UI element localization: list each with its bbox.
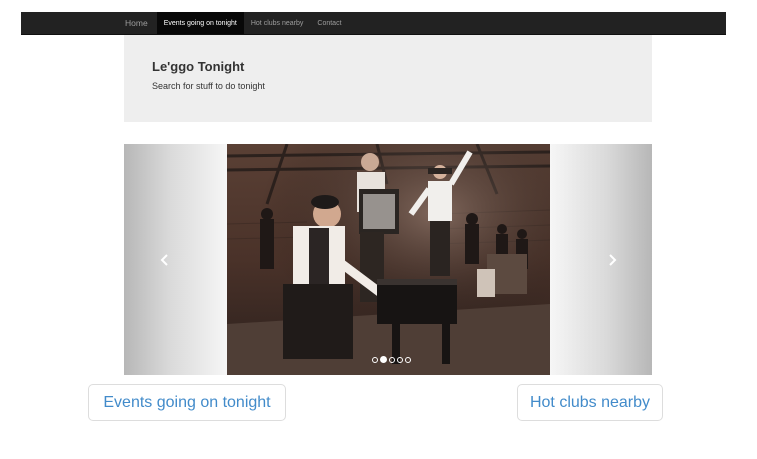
nav-home-link[interactable]: Home xyxy=(118,12,157,34)
site-tagline: Search for stuff to do tonight xyxy=(152,81,265,91)
image-carousel xyxy=(124,144,652,375)
nav-item-contact[interactable]: Contact xyxy=(310,12,348,34)
nav-item-events[interactable]: Events going on tonight xyxy=(156,12,244,34)
hot-clubs-button[interactable]: Hot clubs nearby xyxy=(517,384,663,421)
carousel-dot-2[interactable] xyxy=(380,356,387,363)
carousel-slide-image xyxy=(227,144,550,375)
carousel-dot-4[interactable] xyxy=(397,356,403,363)
carousel-dot-1[interactable] xyxy=(372,356,378,363)
carousel-prev-button[interactable] xyxy=(124,144,227,375)
top-navbar: Home Events going on tonight Hot clubs n… xyxy=(21,12,726,35)
carousel-next-button[interactable] xyxy=(550,144,652,375)
nav-item-clubs[interactable]: Hot clubs nearby xyxy=(244,12,311,34)
events-tonight-button[interactable]: Events going on tonight xyxy=(88,384,286,421)
nav-menu: Home Events going on tonight Hot clubs n… xyxy=(118,12,349,34)
carousel-dot-3[interactable] xyxy=(389,356,395,363)
band-performance-photo xyxy=(227,144,550,375)
chevron-right-icon xyxy=(609,253,617,266)
site-title: Le'ggo Tonight xyxy=(152,59,245,74)
carousel-dot-5[interactable] xyxy=(405,356,411,363)
hero-banner: Le'ggo Tonight Search for stuff to do to… xyxy=(124,35,652,122)
chevron-left-icon xyxy=(160,253,168,266)
carousel-indicators xyxy=(372,356,411,363)
